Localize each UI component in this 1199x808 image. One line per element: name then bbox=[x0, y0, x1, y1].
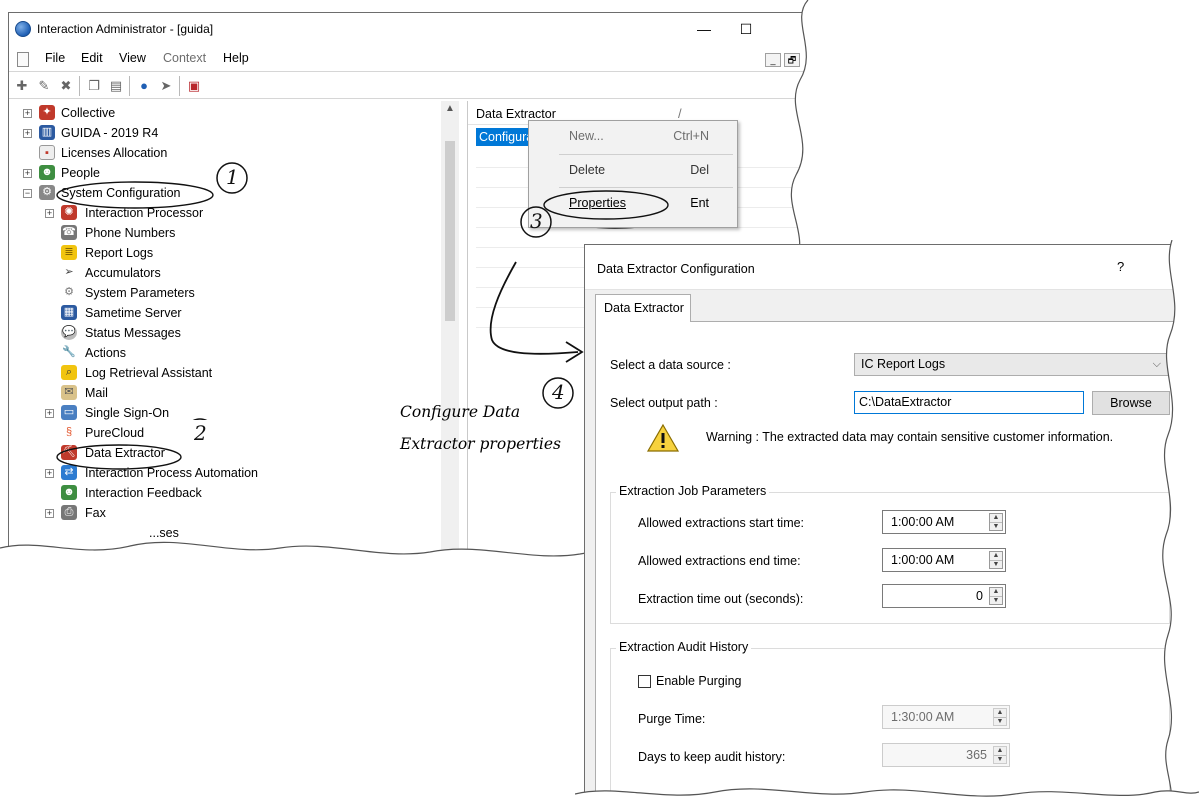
annotation-line-2: Extractor properties bbox=[400, 435, 561, 453]
menu-item-shortcut: Del bbox=[690, 163, 709, 177]
annotation-text: Configure Data Extractor properties bbox=[400, 396, 561, 460]
days-to-keep-value: 365 bbox=[966, 748, 987, 762]
dialog-torn-edge-bottom bbox=[575, 788, 1199, 808]
menu-item-shortcut: Ent bbox=[690, 196, 709, 210]
spin-up-icon[interactable]: ▲ bbox=[990, 514, 1002, 522]
end-time-value: 1:00:00 AM bbox=[891, 553, 955, 567]
tab-panel: Select a data source : IC Report Logs ⌵ … bbox=[595, 321, 1174, 804]
start-time-spinner[interactable]: 1:00:00 AM ▲ ▼ bbox=[882, 510, 1006, 534]
annotation-arrow-path bbox=[489, 261, 579, 355]
ellipse-data-extractor bbox=[56, 444, 182, 470]
days-to-keep-spinner[interactable]: 365 ▲ ▼ bbox=[882, 743, 1010, 767]
timeout-value: 0 bbox=[976, 589, 983, 603]
output-path-label: Select output path : bbox=[610, 396, 718, 410]
spinner-buttons[interactable]: ▲ ▼ bbox=[993, 746, 1007, 764]
spin-down-icon[interactable]: ▼ bbox=[994, 755, 1006, 763]
end-time-spinner[interactable]: 1:00:00 AM ▲ ▼ bbox=[882, 548, 1006, 572]
spinner-buttons[interactable]: ▲ ▼ bbox=[989, 587, 1003, 605]
group-title-audit: Extraction Audit History bbox=[616, 640, 752, 654]
warning-message: Warning : The extracted data may contain… bbox=[706, 430, 1114, 444]
spin-down-icon[interactable]: ▼ bbox=[990, 522, 1002, 530]
group-title-job: Extraction Job Parameters bbox=[616, 484, 770, 498]
annotation-circles bbox=[192, 162, 584, 420]
enable-purging-label: Enable Purging bbox=[656, 674, 742, 688]
spin-up-icon[interactable]: ▲ bbox=[990, 552, 1002, 560]
start-time-value: 1:00:00 AM bbox=[891, 515, 955, 529]
tab-data-extractor[interactable]: Data Extractor bbox=[595, 294, 691, 322]
spinner-buttons[interactable]: ▲ ▼ bbox=[989, 551, 1003, 569]
end-time-label: Allowed extractions end time: bbox=[638, 554, 801, 568]
start-time-label: Allowed extractions start time: bbox=[638, 516, 805, 530]
data-source-label: Select a data source : bbox=[610, 358, 731, 372]
spin-down-icon[interactable]: ▼ bbox=[990, 596, 1002, 604]
purge-time-label: Purge Time: bbox=[638, 712, 706, 726]
spin-up-icon[interactable]: ▲ bbox=[994, 747, 1006, 755]
data-source-value: IC Report Logs bbox=[861, 357, 946, 371]
spinner-buttons[interactable]: ▲ ▼ bbox=[993, 708, 1007, 726]
callout-2: 2 bbox=[194, 421, 207, 445]
spinner-buttons[interactable]: ▲ ▼ bbox=[989, 513, 1003, 531]
callout-3: 3 bbox=[530, 209, 543, 233]
output-path-input[interactable]: C:\DataExtractor bbox=[854, 391, 1084, 414]
annotation-line-1: Configure Data bbox=[400, 403, 521, 421]
spin-up-icon[interactable]: ▲ bbox=[990, 588, 1002, 596]
warning-icon bbox=[646, 423, 680, 452]
purge-time-spinner[interactable]: 1:30:00 AM ▲ ▼ bbox=[882, 705, 1010, 729]
callout-circle-2 bbox=[192, 418, 208, 420]
data-extractor-configuration-dialog: Data Extractor Configuration ? Data Extr… bbox=[584, 244, 1174, 804]
dialog-torn-edge-right bbox=[1162, 240, 1199, 808]
dialog-body: Data Extractor Select a data source : IC… bbox=[585, 289, 1174, 804]
timeout-spinner[interactable]: 0 ▲ ▼ bbox=[882, 584, 1006, 608]
help-button[interactable]: ? bbox=[1117, 259, 1124, 274]
dialog-title: Data Extractor Configuration bbox=[597, 262, 755, 276]
enable-purging-checkbox[interactable] bbox=[638, 675, 651, 688]
spin-down-icon[interactable]: ▼ bbox=[994, 717, 1006, 725]
menu-item-shortcut: Ctrl+N bbox=[673, 129, 709, 143]
timeout-label: Extraction time out (seconds): bbox=[638, 592, 804, 606]
purge-time-value: 1:30:00 AM bbox=[891, 710, 955, 724]
days-to-keep-label: Days to keep audit history: bbox=[638, 750, 786, 764]
callout-1: 1 bbox=[226, 165, 239, 189]
data-source-select[interactable]: IC Report Logs ⌵ bbox=[854, 353, 1174, 376]
spin-up-icon[interactable]: ▲ bbox=[994, 709, 1006, 717]
spin-down-icon[interactable]: ▼ bbox=[990, 560, 1002, 568]
